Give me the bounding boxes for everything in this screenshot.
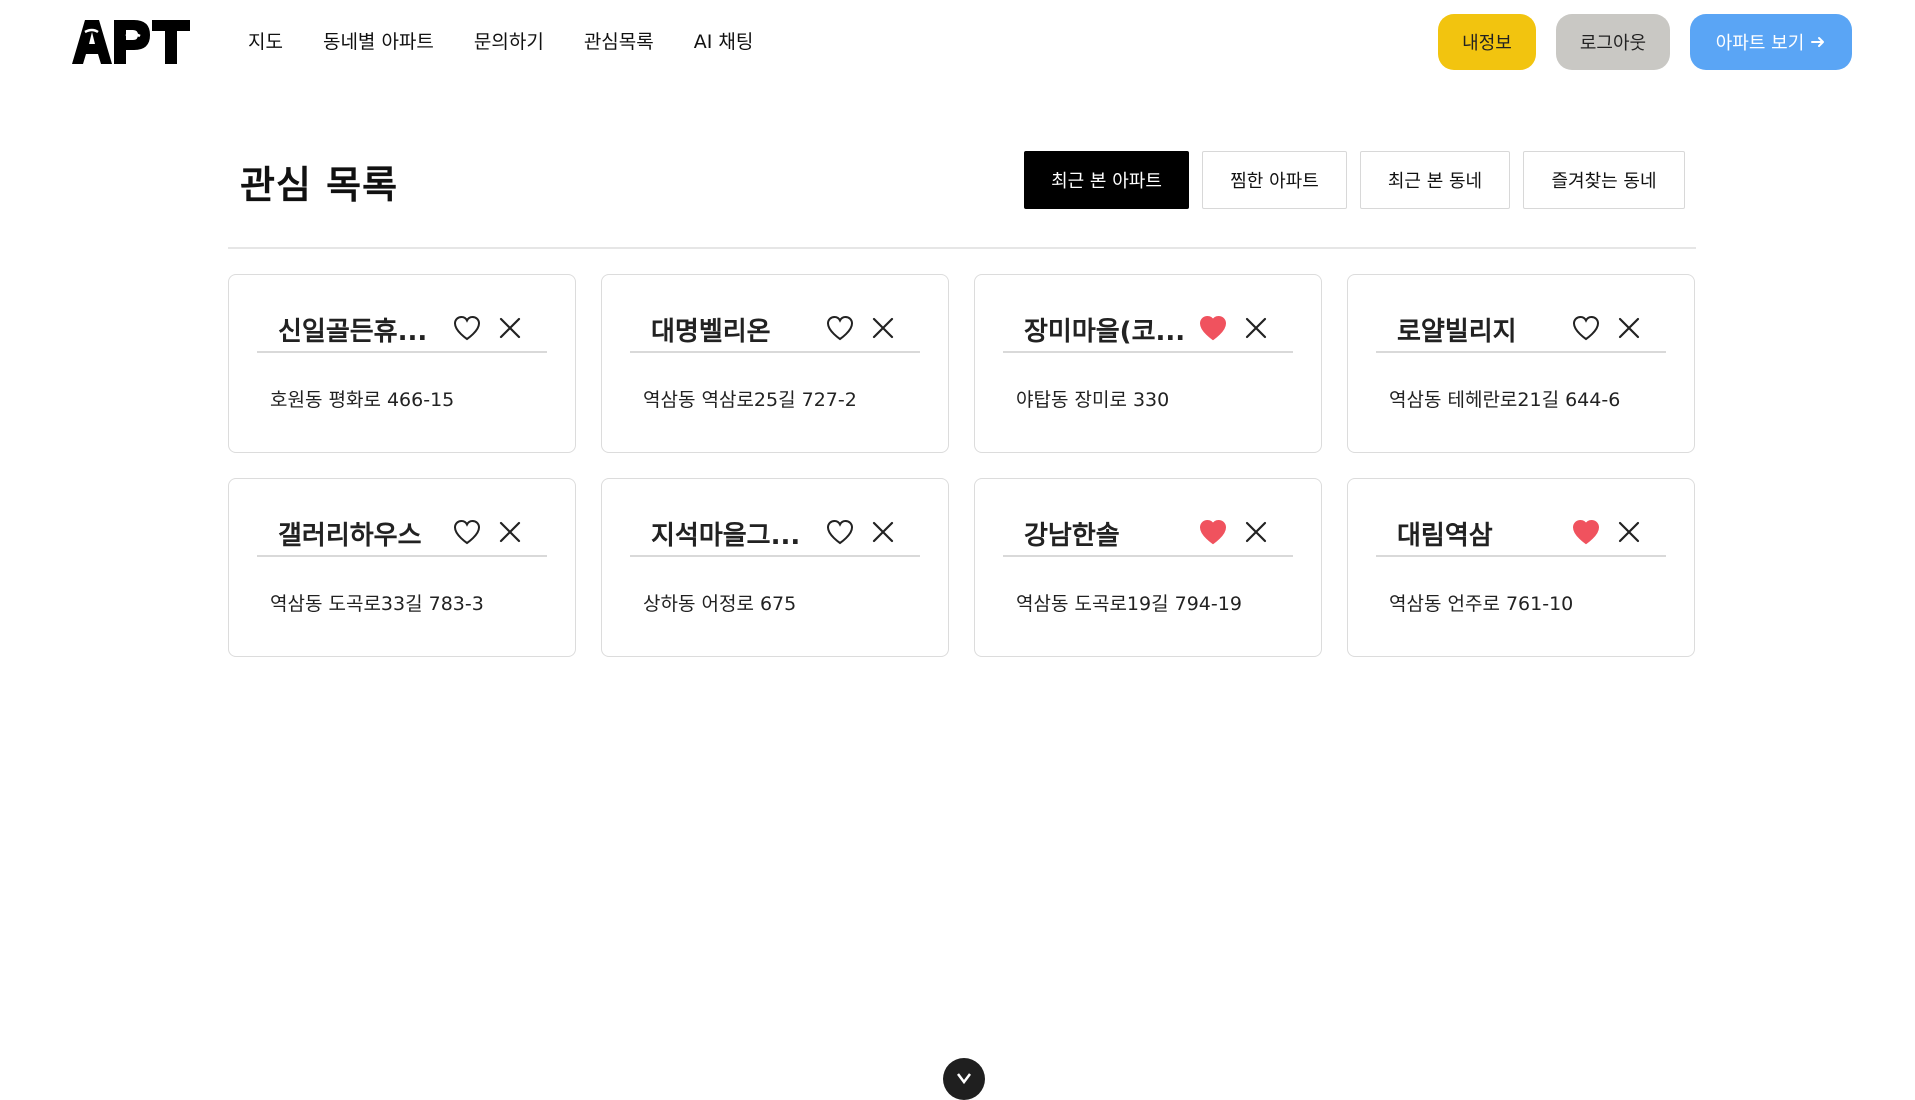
apartment-address: 역삼동 테헤란로21길 644-6 xyxy=(1389,389,1621,411)
my-info-button[interactable]: 내정보 xyxy=(1438,14,1536,70)
apartment-card[interactable]: 대림역삼역삼동 언주로 761-10 xyxy=(1347,478,1695,657)
apartment-address: 호원동 평화로 466-15 xyxy=(270,389,455,411)
apartment-address: 역삼동 도곡로33길 783-3 xyxy=(270,593,484,615)
heart-filled-icon[interactable] xyxy=(1572,519,1600,545)
heart-outline-icon[interactable] xyxy=(453,315,481,341)
section-divider xyxy=(228,247,1696,249)
scroll-down-button[interactable] xyxy=(943,1058,985,1100)
apartment-name: 장미마을(코... xyxy=(1024,317,1186,347)
apt-logo[interactable] xyxy=(72,20,190,64)
view-apartments-button[interactable]: 아파트 보기 xyxy=(1690,14,1852,70)
card-header: 로얄빌리지 xyxy=(1376,303,1666,353)
logout-button[interactable]: 로그아웃 xyxy=(1556,14,1670,70)
heart-outline-icon[interactable] xyxy=(826,315,854,341)
apartment-name: 대명벨리온 xyxy=(651,317,771,347)
card-header: 갤러리하우스 xyxy=(257,507,547,557)
close-icon[interactable] xyxy=(1243,315,1269,341)
apartment-name: 갤러리하우스 xyxy=(278,521,422,551)
close-icon[interactable] xyxy=(1243,519,1269,545)
apartment-name: 신일골든휴... xyxy=(278,317,428,347)
apartment-name: 강남한솔 xyxy=(1024,521,1120,551)
apartment-address: 역삼동 역삼로25길 727-2 xyxy=(643,389,857,411)
logout-label: 로그아웃 xyxy=(1579,33,1647,54)
main-nav: 지도 동네별 아파트 문의하기 관심목록 AI 채팅 xyxy=(248,28,793,56)
nav-favorites[interactable]: 관심목록 xyxy=(584,28,654,56)
apartment-card[interactable]: 대명벨리온역삼동 역삼로25길 727-2 xyxy=(601,274,949,453)
nav-ai-chat[interactable]: AI 채팅 xyxy=(694,28,754,56)
card-header: 대명벨리온 xyxy=(630,303,920,353)
nav-inquiry[interactable]: 문의하기 xyxy=(474,28,544,56)
arrow-right-icon xyxy=(1811,37,1825,47)
card-header: 지석마을그... xyxy=(630,507,920,557)
page-title: 관심 목록 xyxy=(240,163,399,207)
tab-liked-apartments[interactable]: 찜한 아파트 xyxy=(1202,151,1347,209)
apartment-name: 지석마을그... xyxy=(651,521,801,551)
apartment-name: 대림역삼 xyxy=(1397,521,1493,551)
heart-outline-icon[interactable] xyxy=(453,519,481,545)
nav-apartments-by-neighborhood[interactable]: 동네별 아파트 xyxy=(323,28,434,56)
apartment-card-grid: 신일골든휴... 호원동 평화로 466-15 대명벨리온역삼동 역삼로25길 72… xyxy=(228,274,1695,657)
apartment-name: 로얄빌리지 xyxy=(1397,317,1517,347)
my-info-label: 내정보 xyxy=(1462,33,1512,54)
heart-outline-icon[interactable] xyxy=(826,519,854,545)
close-icon[interactable] xyxy=(1616,519,1642,545)
heart-filled-icon[interactable] xyxy=(1199,519,1227,545)
apartment-card[interactable]: 로얄빌리지역삼동 테헤란로21길 644-6 xyxy=(1347,274,1695,453)
apartment-address: 야탑동 장미로 330 xyxy=(1016,389,1170,411)
card-header: 장미마을(코... xyxy=(1003,303,1293,353)
apartment-address: 상하동 어정로 675 xyxy=(643,593,797,615)
tab-favorite-neighborhoods[interactable]: 즐겨찾는 동네 xyxy=(1523,151,1685,209)
close-icon[interactable] xyxy=(870,315,896,341)
card-header: 대림역삼 xyxy=(1376,507,1666,557)
apartment-card[interactable]: 강남한솔역삼동 도곡로19길 794-19 xyxy=(974,478,1322,657)
apartment-card[interactable]: 갤러리하우스역삼동 도곡로33길 783-3 xyxy=(228,478,576,657)
header: 지도 동네별 아파트 문의하기 관심목록 AI 채팅 내정보 로그아웃 아파트 … xyxy=(0,0,1915,84)
chevron-down-icon xyxy=(957,1073,971,1085)
apartment-card[interactable]: 지석마을그... 상하동 어정로 675 xyxy=(601,478,949,657)
nav-map[interactable]: 지도 xyxy=(248,28,283,56)
tab-recent-neighborhoods[interactable]: 최근 본 동네 xyxy=(1360,151,1510,209)
favorites-tabs: 최근 본 아파트 찜한 아파트 최근 본 동네 즐겨찾는 동네 xyxy=(1024,151,1685,209)
card-header: 신일골든휴... xyxy=(257,303,547,353)
close-icon[interactable] xyxy=(497,519,523,545)
apartment-address: 역삼동 도곡로19길 794-19 xyxy=(1016,593,1242,615)
apartment-address: 역삼동 언주로 761-10 xyxy=(1389,593,1574,615)
apartment-card[interactable]: 신일골든휴... 호원동 평화로 466-15 xyxy=(228,274,576,453)
apartment-card[interactable]: 장미마을(코... 야탑동 장미로 330 xyxy=(974,274,1322,453)
heart-filled-icon[interactable] xyxy=(1199,315,1227,341)
tab-recent-apartments[interactable]: 최근 본 아파트 xyxy=(1024,151,1189,209)
heart-outline-icon[interactable] xyxy=(1572,315,1600,341)
view-apartments-label: 아파트 보기 xyxy=(1715,33,1805,54)
close-icon[interactable] xyxy=(870,519,896,545)
card-header: 강남한솔 xyxy=(1003,507,1293,557)
close-icon[interactable] xyxy=(1616,315,1642,341)
close-icon[interactable] xyxy=(497,315,523,341)
